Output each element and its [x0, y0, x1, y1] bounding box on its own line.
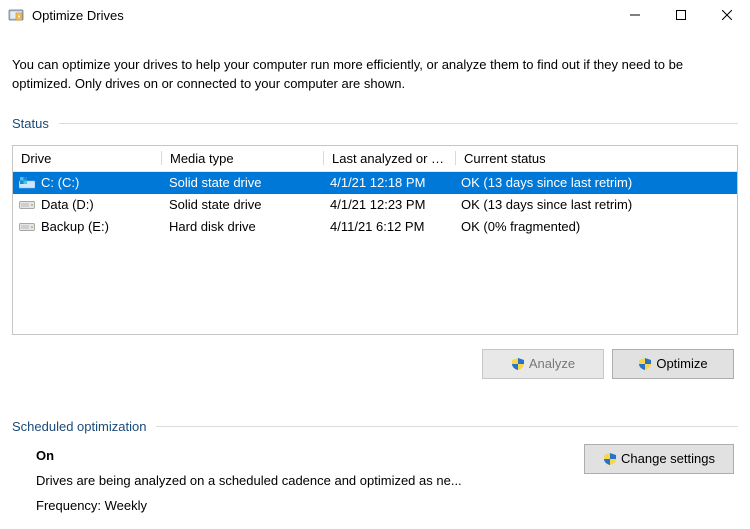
media-type-cell: Hard disk drive [161, 219, 322, 234]
drive-name: Backup (E:) [41, 219, 109, 234]
change-settings-button[interactable]: Change settings [584, 444, 734, 474]
close-button[interactable] [704, 0, 750, 30]
drive-cell: Data (D:) [13, 197, 161, 212]
last-analyzed-cell: 4/1/21 12:23 PM [322, 197, 453, 212]
maximize-button[interactable] [658, 0, 704, 30]
sched-freq: Frequency: Weekly [36, 498, 738, 513]
uac-shield-icon [638, 357, 652, 371]
status-label: Status [12, 116, 49, 131]
scheduled-optimization-section: Scheduled optimization Change settings O… [12, 419, 738, 513]
drive-cell: Backup (E:) [13, 219, 161, 234]
current-status-cell: OK (0% fragmented) [453, 219, 737, 234]
drive-row[interactable]: Backup (E:) Hard disk drive4/11/21 6:12 P… [13, 216, 737, 238]
col-header-status[interactable]: Current status [456, 151, 737, 166]
drives-list[interactable]: Drive Media type Last analyzed or o... C… [12, 145, 738, 335]
drive-name: Data (D:) [41, 197, 94, 212]
drive-icon [19, 199, 35, 211]
separator-line [59, 123, 738, 124]
sched-label: Scheduled optimization [12, 419, 146, 434]
current-status-cell: OK (13 days since last retrim) [453, 197, 737, 212]
sched-body: Change settings On Drives are being anal… [12, 448, 738, 513]
col-header-drive[interactable]: Drive [13, 151, 161, 166]
drives-list-body: C: (C:)Solid state drive4/1/21 12:18 PMO… [13, 172, 737, 238]
drive-row[interactable]: C: (C:) Solid state drive4/1/21 12:18 PMO… [13, 172, 737, 194]
drive-row[interactable]: Data (D:) Solid state drive4/1/21 12:23 P… [13, 194, 737, 216]
separator-line [156, 426, 738, 427]
optimize-drives-window: Optimize Drives You can optimize your dr… [0, 0, 750, 529]
last-analyzed-cell: 4/1/21 12:18 PM [322, 175, 453, 190]
action-buttons-row: Analyze Optimize [12, 349, 738, 379]
sched-desc: Drives are being analyzed on a scheduled… [36, 473, 556, 488]
col-header-media[interactable]: Media type [162, 151, 323, 166]
drives-list-header: Drive Media type Last analyzed or o... C… [13, 146, 737, 172]
current-status-cell: OK (13 days since last retrim) [453, 175, 737, 190]
os-drive-icon [19, 177, 35, 189]
content-area: You can optimize your drives to help you… [0, 30, 750, 529]
drive-icon [19, 221, 35, 233]
analyze-button: Analyze [482, 349, 604, 379]
uac-shield-icon [603, 452, 617, 466]
optimize-button[interactable]: Optimize [612, 349, 734, 379]
analyze-button-label: Analyze [529, 356, 575, 371]
media-type-cell: Solid state drive [161, 175, 322, 190]
drive-name: C: (C:) [41, 175, 79, 190]
col-header-last[interactable]: Last analyzed or o... [324, 151, 455, 166]
uac-shield-icon [511, 357, 525, 371]
minimize-button[interactable] [612, 0, 658, 30]
drive-cell: C: (C:) [13, 175, 161, 190]
sched-section-header: Scheduled optimization [12, 419, 738, 434]
intro-text: You can optimize your drives to help you… [12, 56, 738, 94]
last-analyzed-cell: 4/11/21 6:12 PM [322, 219, 453, 234]
change-settings-label: Change settings [621, 451, 715, 466]
window-title: Optimize Drives [32, 8, 124, 23]
media-type-cell: Solid state drive [161, 197, 322, 212]
status-section-header: Status [12, 116, 738, 131]
optimize-button-label: Optimize [656, 356, 707, 371]
titlebar: Optimize Drives [0, 0, 750, 30]
app-icon [8, 7, 24, 23]
